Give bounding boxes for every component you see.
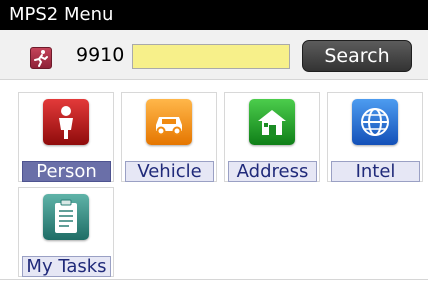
app-title-bar: MPS2 Menu — [0, 0, 428, 30]
menu-label: My Tasks — [22, 256, 111, 277]
app-title: MPS2 Menu — [9, 4, 114, 25]
menu-label: Vehicle — [125, 161, 214, 182]
menu-tile-person[interactable]: Person — [18, 92, 114, 182]
vehicle-icon — [146, 99, 192, 145]
globe-icon — [352, 99, 398, 145]
menu-tile-address[interactable]: Address — [224, 92, 320, 182]
menu-tile-vehicle[interactable]: Vehicle — [121, 92, 217, 182]
person-icon — [43, 99, 89, 145]
divider — [0, 279, 428, 280]
menu-label: Address — [228, 161, 317, 182]
clipboard-icon — [43, 194, 89, 240]
menu-label: Person — [22, 161, 111, 182]
house-icon — [249, 99, 295, 145]
running-man-icon[interactable] — [30, 47, 52, 69]
search-button[interactable]: Search — [302, 40, 412, 72]
case-number: 9910 — [76, 44, 125, 66]
menu-tile-intel[interactable]: Intel — [327, 92, 423, 182]
search-toolbar: 9910 Search — [0, 30, 428, 80]
search-input[interactable] — [132, 44, 290, 69]
menu-label: Intel — [331, 161, 420, 182]
menu-tile-my-tasks[interactable]: My Tasks — [18, 187, 114, 277]
